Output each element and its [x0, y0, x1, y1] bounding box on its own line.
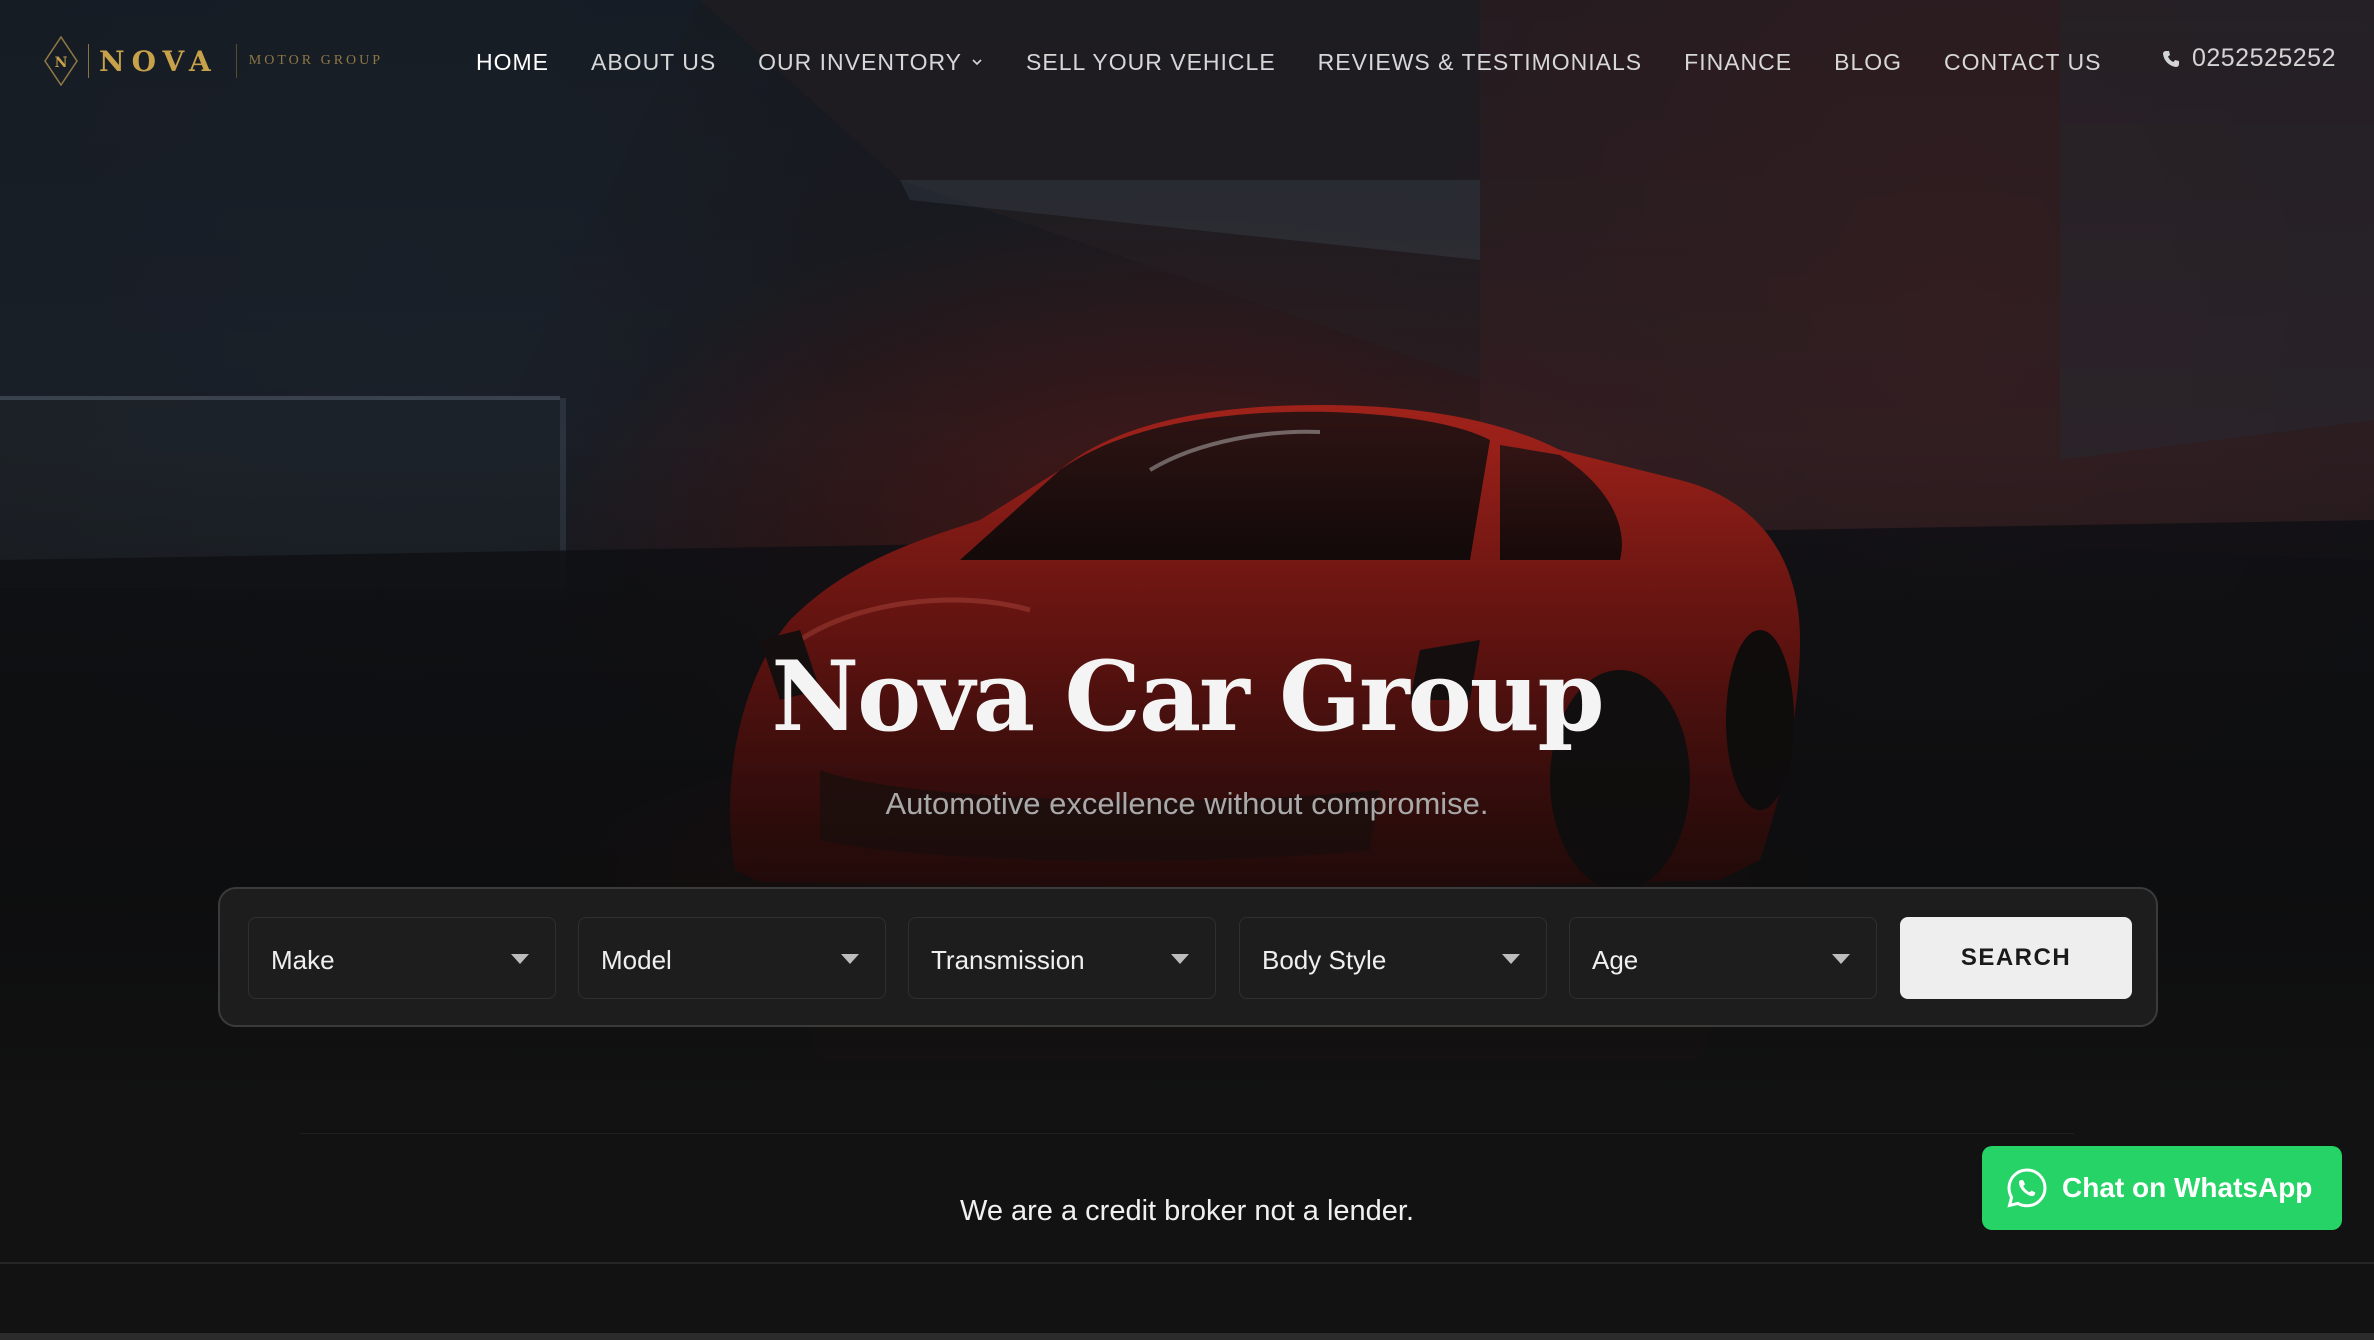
model-select-label: Model [601, 945, 672, 975]
caret-down-icon [1502, 954, 1520, 964]
nav-finance[interactable]: FINANCE [1684, 49, 1792, 76]
nav-sell-your-vehicle-label: SELL YOUR VEHICLE [1026, 48, 1276, 75]
caret-down-icon [1171, 954, 1189, 964]
nav-blog-label: BLOG [1834, 48, 1903, 75]
whatsapp-chat-button[interactable]: Chat on WhatsApp [1982, 1146, 2342, 1230]
next-section-edge [0, 1333, 2374, 1340]
caret-down-icon [1832, 954, 1850, 964]
logo-tagline: MOTOR GROUP [248, 53, 384, 68]
logo[interactable]: N NOVA MOTOR GROUP [44, 34, 383, 88]
chevron-down-icon [972, 59, 982, 66]
model-select[interactable]: Model [578, 917, 886, 999]
nav-home[interactable]: HOME [476, 49, 549, 76]
logo-separator [235, 44, 237, 78]
whatsapp-chat-label: Chat on WhatsApp [2062, 1172, 2313, 1203]
make-select[interactable]: Make [248, 917, 556, 999]
nav-about-us-label: ABOUT US [591, 48, 717, 75]
transmission-select[interactable]: Transmission [908, 917, 1216, 999]
section-divider [0, 1262, 2374, 1264]
nav-blog[interactable]: BLOG [1834, 49, 1902, 76]
age-select-label: Age [1592, 945, 1639, 975]
nav-reviews-testimonials[interactable]: REVIEWS & TESTIMONIALS [1318, 49, 1642, 76]
nav-sell-your-vehicle[interactable]: SELL YOUR VEHICLE [1026, 49, 1276, 76]
site-header: N NOVA MOTOR GROUP HOME ABOUT US OUR INV… [0, 0, 2374, 124]
nav-home-label: HOME [476, 48, 549, 75]
logo-separator [88, 44, 89, 78]
nav-contact-us-label: CONTACT US [1944, 48, 2102, 75]
hero-subtitle: Automotive excellence without compromise… [885, 786, 1489, 821]
hero-title: Nova Car Group [771, 640, 1604, 753]
nav-about-us[interactable]: ABOUT US [591, 49, 716, 76]
nav-contact-us[interactable]: CONTACT US [1944, 49, 2101, 76]
page: N NOVA MOTOR GROUP HOME ABOUT US OUR INV… [0, 0, 2374, 1340]
transmission-select-label: Transmission [931, 945, 1085, 975]
make-select-label: Make [271, 945, 335, 975]
caret-down-icon [511, 954, 529, 964]
nav-our-inventory[interactable]: OUR INVENTORY [758, 49, 984, 76]
age-select[interactable]: Age [1569, 917, 1877, 999]
nav-our-inventory-label: OUR INVENTORY [758, 48, 963, 75]
phone-number: 0252525252 [2191, 44, 2336, 72]
whatsapp-icon [2007, 1168, 2047, 1208]
body-style-select[interactable]: Body Style [1239, 917, 1547, 999]
search-button[interactable]: SEARCH [1900, 917, 2132, 999]
phone-icon [2162, 50, 2179, 67]
logo-brand: NOVA [99, 44, 218, 78]
nav-finance-label: FINANCE [1684, 48, 1793, 75]
body-style-select-label: Body Style [1262, 945, 1387, 975]
nav-reviews-testimonials-label: REVIEWS & TESTIMONIALS [1317, 48, 1643, 75]
section-divider [300, 1133, 2074, 1134]
caret-down-icon [841, 954, 859, 964]
vehicle-search-panel: Make Model Transmission Body Style Age S… [218, 887, 2158, 1027]
main-nav: HOME ABOUT US OUR INVENTORY SELL YOUR VE… [476, 44, 2143, 80]
phone-link[interactable]: 0252525252 [2162, 44, 2336, 73]
logo-monogram: N [55, 55, 68, 71]
logo-diamond-icon: N [44, 36, 78, 86]
